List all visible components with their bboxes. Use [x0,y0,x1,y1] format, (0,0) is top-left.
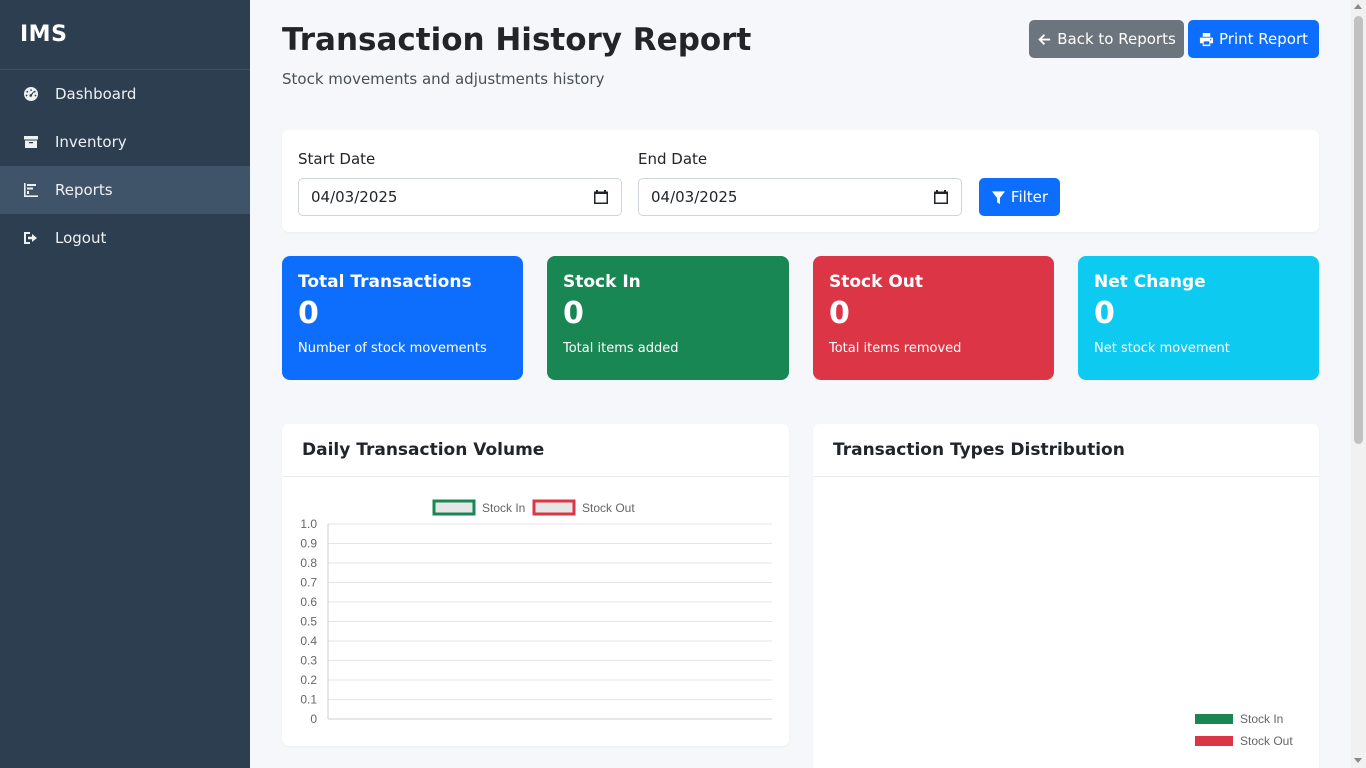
start-date-label: Start Date [298,150,376,168]
legend-item-stock-in[interactable]: Stock In [1195,712,1283,726]
y-tick-label: 0.8 [300,556,317,570]
legend-swatch [1195,736,1233,746]
types-distribution-chart-title: Transaction Types Distribution [813,424,1319,477]
sidebar-item-inventory[interactable]: Inventory [0,118,250,166]
box-icon [22,133,40,151]
y-tick-label: 0.2 [300,673,317,687]
start-date-input[interactable]: 04/03/2025 [298,178,622,216]
stat-value: 0 [829,296,850,331]
scroll-down-arrow-icon[interactable] [1354,758,1362,763]
sidebar-item-reports[interactable]: Reports [0,166,250,214]
calendar-icon[interactable] [593,189,609,205]
legend-label: Stock In [1240,712,1283,726]
stat-card-total-transactions: Total Transactions 0 Number of stock mov… [282,256,523,380]
types-distribution-chart[interactable]: Stock In Stock Out [813,477,1319,768]
stat-description: Total items added [563,341,679,356]
sidebar-item-label: Reports [55,181,113,199]
types-distribution-chart-card: Transaction Types Distribution Stock In S… [813,424,1319,768]
y-tick-label: 0.4 [300,634,317,648]
sign-out-icon [22,229,40,247]
legend-label: Stock In [482,501,525,515]
legend-swatch [1195,714,1233,724]
stat-title: Net Change [1094,272,1206,292]
y-tick-label: 0.6 [300,595,317,609]
print-report-label: Print Report [1219,30,1308,48]
stat-description: Net stock movement [1094,341,1230,356]
legend-item-stock-out[interactable]: Stock Out [532,499,635,516]
stat-value: 0 [1094,296,1115,331]
bar-chart-icon [22,181,40,199]
brand-logo[interactable]: IMS [0,0,250,70]
page-subtitle: Stock movements and adjustments history [282,70,605,88]
y-tick-label: 0.1 [300,693,317,707]
legend-label: Stock Out [1240,734,1293,748]
legend-label: Stock Out [582,501,635,515]
stat-value: 0 [298,296,319,331]
sidebar-item-logout[interactable]: Logout [0,214,250,262]
end-date-label: End Date [638,150,708,168]
scroll-up-arrow-icon[interactable] [1354,4,1362,9]
sidebar-item-label: Logout [55,229,107,247]
sidebar-item-dashboard[interactable]: Dashboard [0,70,250,118]
stat-card-stock-out: Stock Out 0 Total items removed [813,256,1054,380]
y-tick-label: 0.5 [300,615,317,629]
calendar-icon[interactable] [933,189,949,205]
daily-volume-chart-title: Daily Transaction Volume [282,424,789,477]
filter-button[interactable]: Filter [979,178,1060,216]
print-report-button[interactable]: Print Report [1188,20,1319,58]
filter-button-label: Filter [1010,188,1049,206]
sidebar-item-label: Dashboard [55,85,137,103]
end-date-value: 04/03/2025 [651,188,738,206]
legend-swatch [532,499,576,516]
legend-item-stock-in[interactable]: Stock In [432,499,525,516]
page-scrollbar[interactable] [1351,0,1366,768]
filter-funnel-icon [991,190,1005,204]
y-tick-label: 1.0 [300,517,317,531]
start-date-value: 04/03/2025 [311,188,398,206]
scrollbar-thumb[interactable] [1354,16,1363,444]
stat-description: Number of stock movements [298,341,487,356]
sidebar-item-label: Inventory [55,133,127,151]
stat-value: 0 [563,296,584,331]
stat-title: Stock Out [829,272,924,292]
arrow-left-icon [1038,33,1051,45]
end-date-input[interactable]: 04/03/2025 [638,178,962,216]
y-tick-label: 0 [310,712,317,726]
stat-title: Total Transactions [298,272,472,292]
filter-card: Start Date 04/03/2025 End Date 04/03/202… [282,130,1319,232]
stat-card-stock-in: Stock In 0 Total items added [547,256,789,380]
back-to-reports-button[interactable]: Back to Reports [1029,20,1184,58]
legend-item-stock-out[interactable]: Stock Out [1195,734,1293,748]
page-title: Transaction History Report [282,22,752,58]
stat-description: Total items removed [829,341,962,356]
sidebar: IMS Dashboard Inventory Reports Logout [0,0,250,768]
stat-title: Stock In [563,272,641,292]
daily-volume-chart[interactable]: Stock In Stock Out 1.0 0.9 0.8 0.7 0.6 0.5 0.4 0.… [282,477,789,746]
stat-card-net-change: Net Change 0 Net stock movement [1078,256,1319,380]
y-tick-label: 0.3 [300,654,317,668]
main-content: Transaction History Report Stock movemen… [282,0,1319,768]
y-tick-label: 0.7 [300,576,317,590]
dashboard-gauge-icon [22,85,40,103]
back-to-reports-label: Back to Reports [1057,30,1176,48]
sidebar-nav: Dashboard Inventory Reports Logout [0,70,250,262]
daily-volume-chart-card: Daily Transaction Volume Stock In Stock O… [282,424,789,746]
printer-icon [1199,32,1214,46]
legend-swatch [432,499,476,516]
y-tick-label: 0.9 [300,537,317,551]
